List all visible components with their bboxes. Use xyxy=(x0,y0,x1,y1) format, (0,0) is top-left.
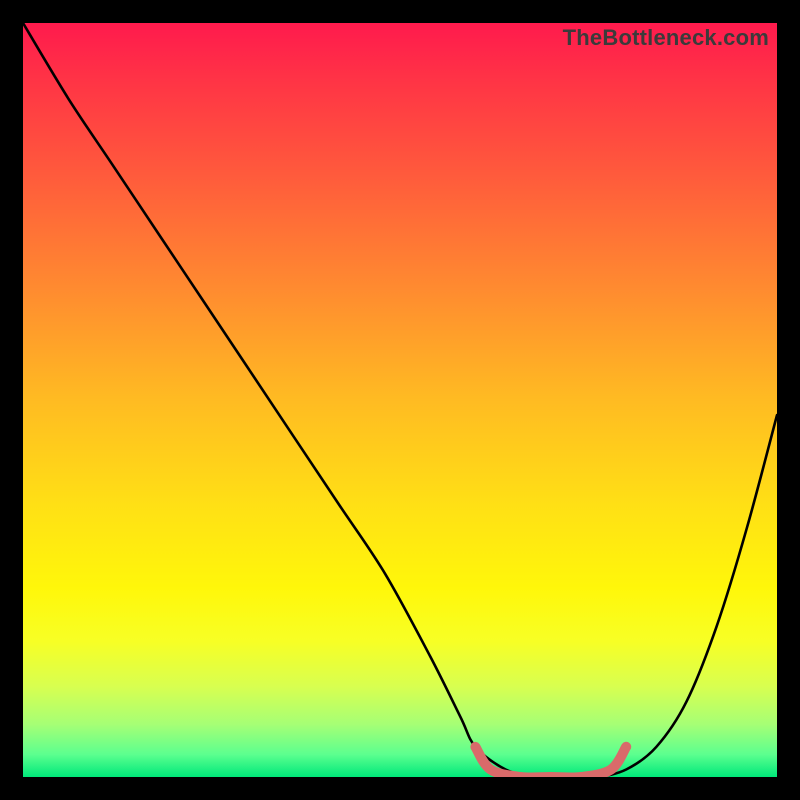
chart-svg xyxy=(23,23,777,777)
chart-plot-area: TheBottleneck.com xyxy=(23,23,777,777)
valley-marker-path xyxy=(475,747,626,777)
bottleneck-curve-path xyxy=(23,23,777,777)
chart-frame: TheBottleneck.com xyxy=(0,0,800,800)
